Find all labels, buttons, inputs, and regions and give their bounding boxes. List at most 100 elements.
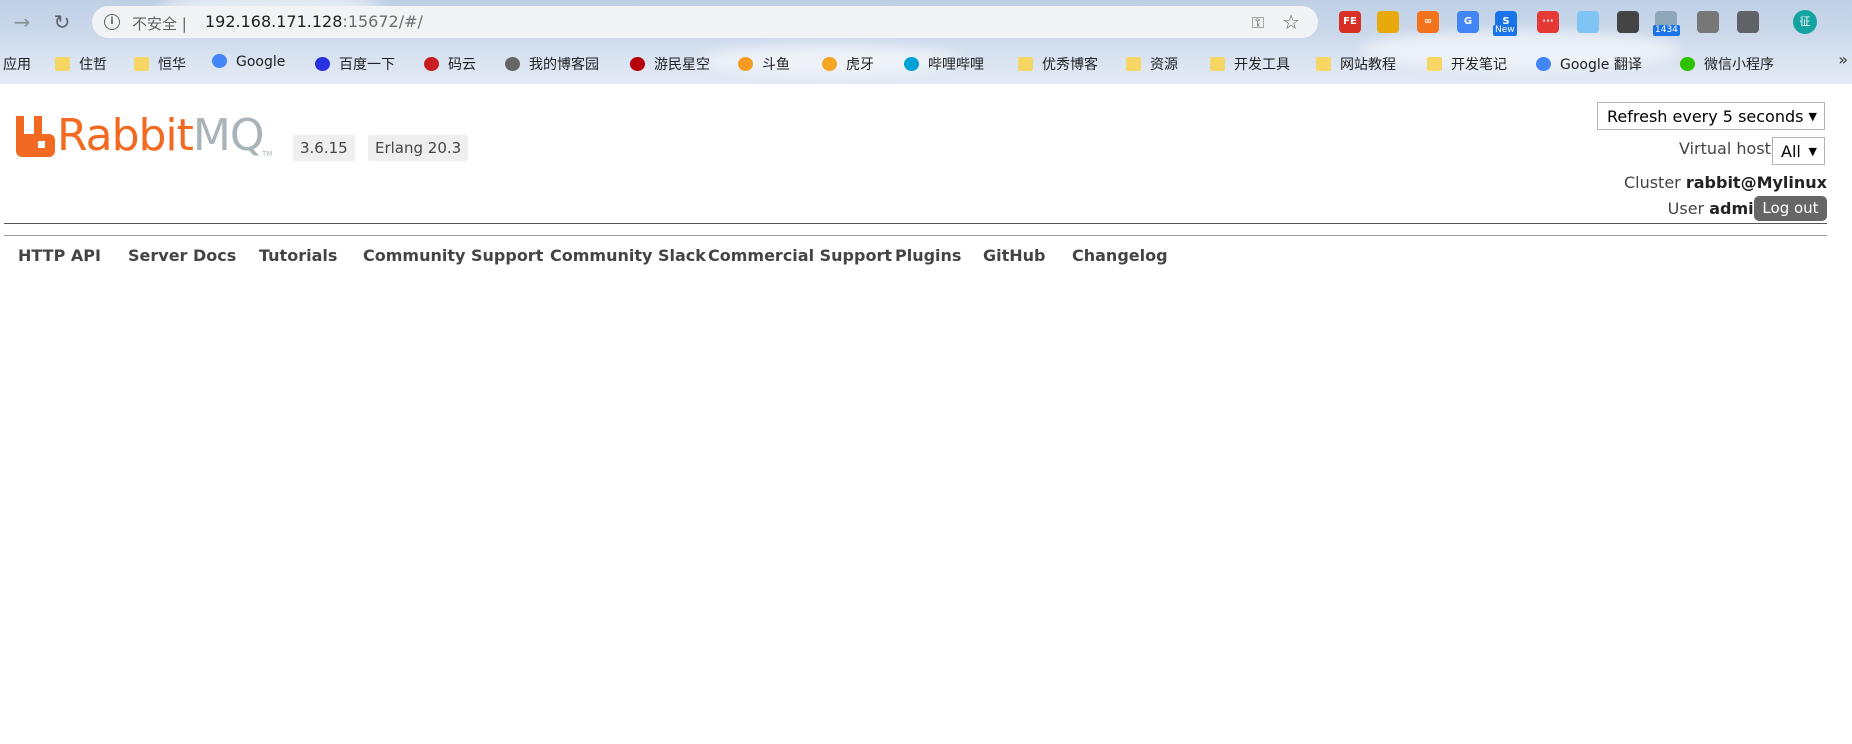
bookmark-label: 游民星空 [654,57,710,73]
rabbitmq-page: RabbitMQ TM 3.6.15 Erlang 20.3 Refresh e… [0,84,1852,744]
cluster-label: Cluster [1623,173,1681,192]
bookmark-item[interactable]: 资源 [1126,54,1178,74]
bookmark-label: 资源 [1150,57,1178,73]
google-icon [212,54,227,68]
bookmark-label: 应用 [3,57,31,73]
extension-icon[interactable] [1617,11,1639,33]
google-translate-icon [1536,57,1551,71]
bookmark-item[interactable]: 网站教程 [1316,54,1396,74]
erlang-version-badge: Erlang 20.3 [368,135,469,161]
profile-avatar[interactable]: 征 [1793,10,1817,34]
bookmark-label: 开发笔记 [1451,57,1507,73]
bookmark-item[interactable]: 开发工具 [1210,54,1290,74]
extension-badge: New [1493,25,1517,36]
bookmark-item[interactable]: 哔哩哔哩 [904,54,984,74]
forward-arrow-icon[interactable]: → [10,10,34,34]
star-icon[interactable]: ☆ [1282,10,1300,34]
extension-icon[interactable] [1737,11,1759,33]
bookmarks-bar: 应用 住哲 恒华 Google 百度一下 码云 我的博客园 游民星空 斗鱼 虎牙 哔哩哔哩 优秀博客 资… [0,46,1852,80]
bookmark-item[interactable]: 百度一下 [315,54,395,74]
extension-icon[interactable]: ∞ [1417,11,1439,33]
bookmark-item[interactable]: Google [212,54,285,70]
profile-initial: 征 [1799,15,1811,28]
bookmark-item[interactable]: 住哲 [55,54,107,74]
address-bar[interactable]: i 不安全 | 192.168.171.128:15672/#/ ⚿ ☆ [92,6,1318,38]
header-divider [4,223,1827,224]
refresh-interval-value: Refresh every 5 seconds [1607,107,1804,126]
footer-link-community-slack[interactable]: Community Slack [550,246,706,265]
insecure-label: 不安全 | [132,15,187,33]
extension-icon[interactable]: G [1457,11,1479,33]
bookmark-label: 开发工具 [1234,57,1290,73]
chevron-down-icon: ▼ [1808,110,1817,123]
bookmark-item[interactable]: 游民星空 [630,54,710,74]
user-label: User [1667,199,1705,218]
bookmark-item[interactable]: Google 翻译 [1536,54,1642,74]
reload-icon[interactable]: ↻ [50,10,74,34]
folder-icon [1018,57,1033,71]
bookmark-item[interactable]: 虎牙 [822,54,874,74]
footer-link-changelog[interactable]: Changelog [1072,246,1168,265]
bookmark-item[interactable]: 应用 [3,54,31,74]
extension-icon[interactable] [1697,11,1719,33]
footer-link-http-api[interactable]: HTTP API [18,246,101,265]
bookmark-item[interactable]: 微信小程序 [1680,54,1774,74]
footer-link-tutorials[interactable]: Tutorials [259,246,337,265]
bookmark-label: Google [236,54,286,70]
user-info: User admin [1668,199,1765,218]
browser-chrome: → ↻ i 不安全 | 192.168.171.128:15672/#/ ⚿ ☆… [0,0,1852,84]
url-host: 192.168.171.128 [205,12,343,31]
info-icon[interactable]: i [104,14,120,30]
bookmark-label: 优秀博客 [1042,57,1098,73]
url-text[interactable]: 192.168.171.128:15672/#/ [205,12,423,31]
logo-mq-text: MQ [192,110,265,161]
browser-toolbar: → ↻ i 不安全 | 192.168.171.128:15672/#/ ⚿ ☆… [0,0,1852,44]
footer-link-server-docs[interactable]: Server Docs [128,246,236,265]
bookmark-label: 百度一下 [339,57,395,73]
bookmark-item[interactable]: 优秀博客 [1018,54,1098,74]
bilibili-icon [904,57,919,71]
extension-icon[interactable]: ··· [1537,11,1559,33]
cnblogs-icon [505,57,520,71]
virtual-host-select[interactable]: All ▼ [1772,137,1825,165]
footer-link-community-support[interactable]: Community Support [363,246,543,265]
bookmark-item[interactable]: 码云 [424,54,476,74]
bookmark-item[interactable]: 开发笔记 [1427,54,1507,74]
version-badge: 3.6.15 [293,135,355,161]
more-bookmarks-icon[interactable]: » [1838,50,1848,69]
bookmark-item[interactable]: 我的博客园 [505,54,599,74]
key-icon[interactable]: ⚿ [1252,13,1264,33]
baidu-icon [315,57,330,71]
rabbitmq-wordmark: RabbitMQ [57,110,265,162]
bookmark-item[interactable]: 恒华 [134,54,186,74]
chevron-down-icon: ▼ [1808,145,1817,158]
bookmark-item[interactable]: 斗鱼 [738,54,790,74]
bookmark-label: 住哲 [79,57,107,73]
logout-button[interactable]: Log out [1754,196,1827,221]
virtual-host-label: Virtual host [1679,139,1771,158]
bookmark-label: 网站教程 [1340,57,1396,73]
bookmark-label: 斗鱼 [762,57,790,73]
folder-icon [134,57,149,71]
extension-icon[interactable]: FE [1339,11,1361,33]
bookmark-label: 哔哩哔哩 [928,57,984,73]
footer-link-github[interactable]: GitHub [983,246,1046,265]
footer-link-commercial-support[interactable]: Commercial Support [708,246,892,265]
folder-icon [1210,57,1225,71]
url-path: :15672/#/ [342,12,423,31]
gitee-icon [424,57,439,71]
bookmark-label: 恒华 [158,57,186,73]
wechat-icon [1680,57,1695,71]
refresh-interval-select[interactable]: Refresh every 5 seconds ▼ [1597,102,1825,130]
footer-link-plugins[interactable]: Plugins [895,246,961,265]
bookmark-label: Google 翻译 [1560,57,1642,73]
extension-icon[interactable] [1377,11,1399,33]
bookmark-label: 虎牙 [846,57,874,73]
folder-icon [1126,57,1141,71]
extension-icon[interactable] [1577,11,1599,33]
huya-icon [822,57,837,71]
douyu-icon [738,57,753,71]
bookmark-label: 微信小程序 [1704,57,1774,73]
bookmark-label: 码云 [448,57,476,73]
extension-badge: 1434 [1653,25,1680,36]
